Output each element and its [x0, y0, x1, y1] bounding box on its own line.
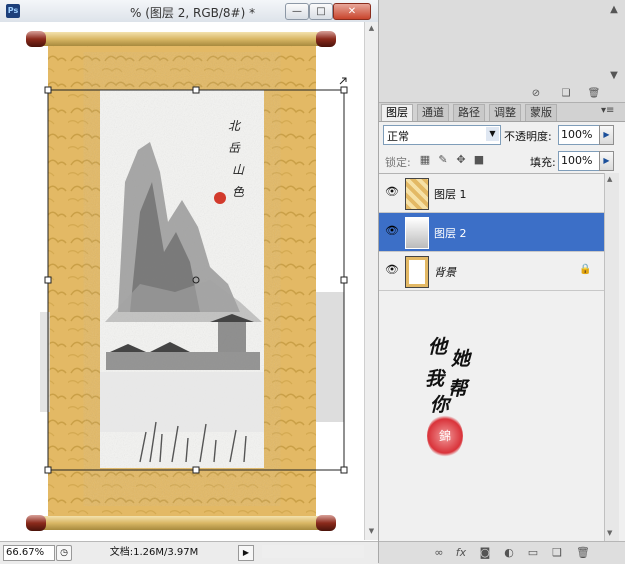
lock-transparency-icon[interactable]: ▦ — [419, 154, 431, 166]
document-size-info: 文档:1.26M/3.97M — [109, 547, 199, 558]
layer-thumbnail — [405, 178, 429, 210]
pavilion — [218, 322, 246, 352]
adjustment-layer-icon[interactable]: ◐ — [501, 547, 517, 559]
layer-name[interactable]: 背景 — [434, 264, 456, 280]
tab-paths[interactable]: 路径 — [453, 104, 485, 121]
status-options-icon[interactable]: ◷ — [56, 545, 72, 561]
bottom-rod-cap-left — [26, 515, 46, 531]
zoom-level-field[interactable]: 66.67% — [3, 545, 55, 561]
fill-label: 填充: — [530, 156, 556, 169]
panel-scroll-down-icon[interactable]: ▼ — [607, 70, 621, 82]
bottom-rod-bar — [40, 516, 322, 530]
opacity-field[interactable]: 100% — [558, 125, 600, 145]
new-layer-icon[interactable]: ❑ — [549, 547, 565, 559]
tab-masks[interactable]: 蒙版 — [525, 104, 557, 121]
layer-name[interactable]: 图层 2 — [434, 225, 467, 241]
calligraphy-3: 山 — [232, 163, 245, 177]
layer-name[interactable]: 图层 1 — [434, 186, 467, 202]
panel-menu-icon[interactable]: ▾≡ — [601, 105, 614, 116]
layers-panel: 图层 通道 路径 调整 蒙版 ▾≡ 正常 ▼ 不透明度: 100% ▶ 锁定: … — [379, 103, 625, 564]
blend-mode-value: 正常 — [387, 130, 409, 143]
delete-layer-icon[interactable]: 🗑 — [575, 547, 591, 559]
horizontal-scrollbar[interactable] — [262, 545, 364, 558]
red-seal-stamp — [214, 192, 226, 204]
top-rod-cap-left — [26, 31, 46, 47]
status-menu-arrow-icon[interactable]: ▶ — [238, 545, 254, 561]
new-item-icon[interactable]: ❑ — [559, 88, 573, 100]
layer-row-1[interactable]: 👁 图层 1 — [379, 174, 604, 213]
chevron-down-icon[interactable]: ▼ — [486, 127, 499, 141]
watermark-seal: 錦 — [427, 414, 463, 458]
tab-layers[interactable]: 图层 — [381, 104, 413, 121]
watermark-char-3: 我 — [425, 368, 445, 390]
opacity-slider-arrow-icon[interactable]: ▶ — [599, 125, 614, 145]
close-button[interactable]: ✕ — [333, 3, 371, 20]
panel-collapse-icon[interactable]: ▲ — [607, 4, 621, 16]
panel-tabs: 图层 通道 路径 调整 蒙版 ▾≡ — [379, 103, 625, 122]
watermark-char-2: 她 — [451, 348, 471, 370]
layer-list: 👁 图层 1 👁 图层 2 👁 背景 🔒 — [379, 173, 604, 544]
layers-panel-toolbar: ∞ fx ◙ ◐ ▭ ❑ 🗑 — [379, 541, 625, 564]
lock-label: 锁定: — [385, 156, 411, 169]
top-rod-bar — [40, 32, 322, 46]
scroll-up-icon[interactable]: ▲ — [607, 175, 612, 183]
fill-field[interactable]: 100% — [558, 151, 600, 171]
status-bar: 66.67% ◷ 文档:1.26M/3.97M ▶ — [0, 541, 378, 564]
watermark-char-1: 他 — [428, 336, 448, 358]
rotate-cursor-icon — [339, 77, 347, 85]
village — [106, 352, 260, 370]
layer-list-scrollbar[interactable]: ▲ ▼ — [604, 173, 619, 543]
new-group-icon[interactable]: ▭ — [525, 547, 541, 559]
scroll-painting-artwork: 北 岳 山 色 — [26, 31, 348, 531]
layer-thumbnail — [405, 217, 429, 249]
eye-icon[interactable]: 👁 — [385, 186, 399, 198]
scroll-up-icon[interactable]: ▲ — [367, 24, 376, 33]
scroll-down-icon[interactable]: ▼ — [607, 529, 612, 537]
document-title: % (图层 2, RGB/8#) * — [130, 6, 256, 20]
add-mask-icon[interactable]: ◙ — [477, 547, 493, 559]
photoshop-icon: Ps — [6, 4, 20, 18]
eye-icon[interactable]: 👁 — [385, 264, 399, 276]
tab-channels[interactable]: 通道 — [417, 104, 449, 121]
calligraphy-1: 北 — [228, 119, 242, 133]
watermark-char-5: 你 — [430, 394, 450, 416]
layer-row-2[interactable]: 👁 图层 2 — [379, 213, 604, 252]
watermark-char-4: 帮 — [448, 378, 468, 400]
lake — [100, 372, 264, 432]
lock-move-icon[interactable]: ✥ — [455, 154, 467, 166]
layer-thumbnail — [405, 256, 429, 288]
minimize-button[interactable]: — — [285, 3, 309, 20]
document-window: Ps % (图层 2, RGB/8#) * — □ ✕ 北 岳 山 色 ▲ ▼ … — [0, 0, 379, 564]
link-layers-icon[interactable]: ∞ — [431, 547, 447, 559]
maximize-button[interactable]: □ — [309, 3, 333, 20]
layer-row-background[interactable]: 👁 背景 🔒 — [379, 252, 604, 291]
eye-icon[interactable]: 👁 — [385, 225, 399, 237]
blend-mode-select[interactable]: 正常 ▼ — [383, 125, 501, 145]
delete-icon[interactable]: ⊘ — [529, 88, 543, 100]
document-title-bar[interactable]: Ps % (图层 2, RGB/8#) * — □ ✕ — [0, 0, 378, 23]
lock-brush-icon[interactable]: ✎ — [437, 154, 449, 166]
layer-overflow — [316, 292, 344, 422]
calligraphy-4: 色 — [232, 185, 245, 199]
opacity-label: 不透明度: — [504, 130, 552, 143]
lock-all-icon[interactable]: ■ — [473, 154, 485, 166]
vertical-scrollbar[interactable]: ▲ ▼ — [364, 22, 378, 540]
scroll-down-icon[interactable]: ▼ — [367, 527, 376, 536]
tab-adjustments[interactable]: 调整 — [489, 104, 521, 121]
trash-icon[interactable]: 🗑 — [587, 88, 601, 100]
fx-icon[interactable]: fx — [453, 547, 469, 559]
top-rod-cap-right — [316, 31, 336, 47]
calligraphy-2: 岳 — [228, 141, 241, 155]
fill-slider-arrow-icon[interactable]: ▶ — [599, 151, 614, 171]
panel-top-area: ▲ ▼ ⊘ ❑ 🗑 — [379, 0, 625, 103]
lock-icon: 🔒 — [579, 264, 592, 275]
image-canvas[interactable]: 北 岳 山 色 — [0, 22, 364, 540]
bottom-rod-cap-right — [316, 515, 336, 531]
